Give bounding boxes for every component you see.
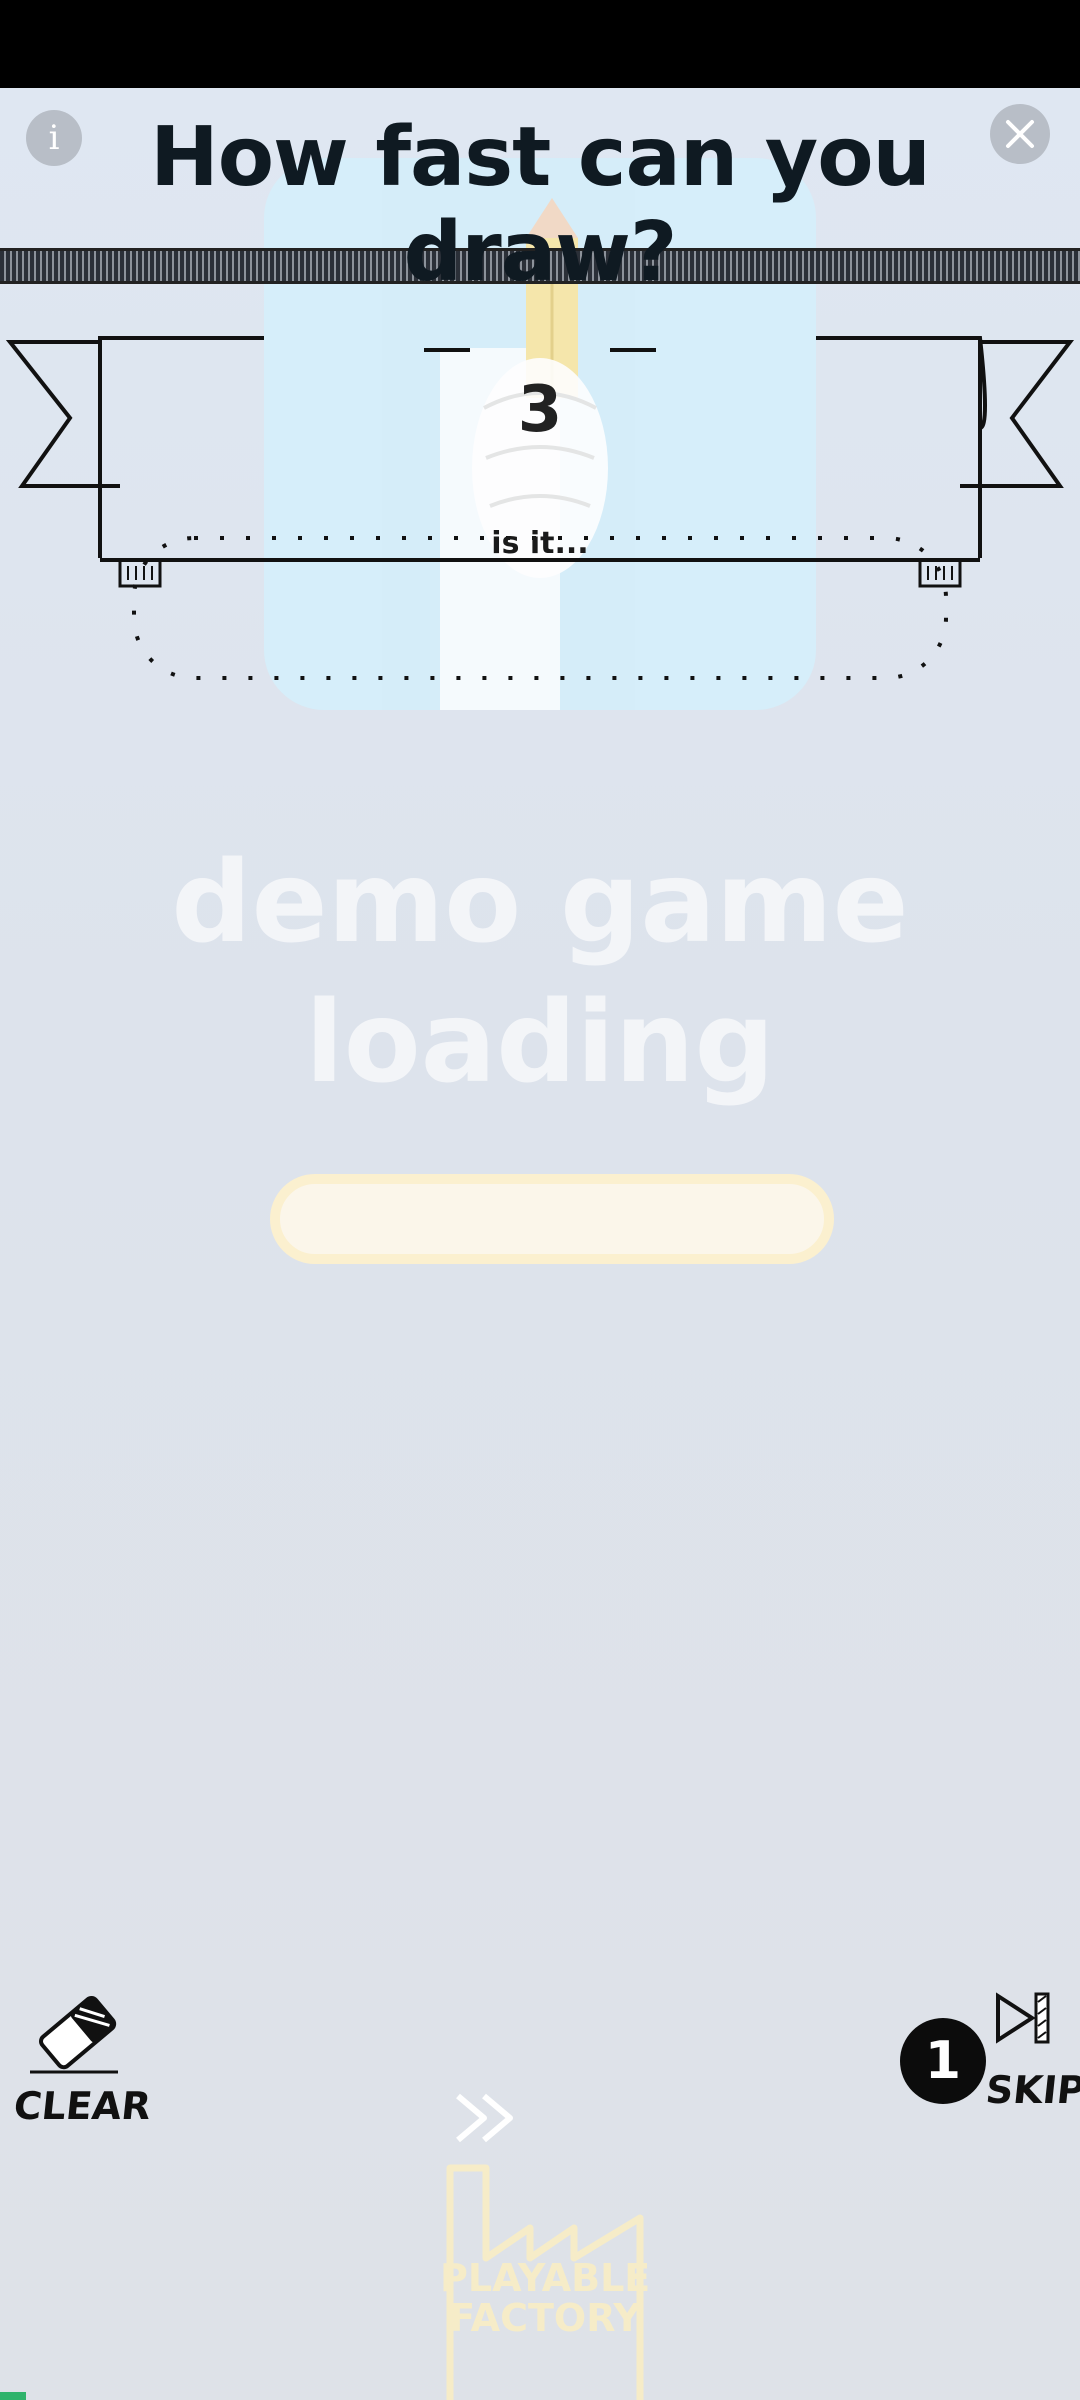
skip-count-badge: 1: [900, 2018, 986, 2104]
brand-line-1: PLAYABLE: [440, 2256, 651, 2300]
skip-icon: [996, 1992, 1050, 2044]
loading-message: demo game loading: [0, 833, 1080, 1113]
game-title: How fast can you draw?: [150, 110, 931, 300]
eraser-icon: [30, 1996, 118, 2074]
loading-line-1: demo game: [171, 838, 909, 968]
game-screen: i How fast can you draw? 3 is it... demo…: [0, 88, 1080, 2400]
brand-name: PLAYABLE FACTORY: [440, 2258, 650, 2338]
fast-forward-icon[interactable]: [452, 2088, 522, 2148]
clear-label: CLEAR: [11, 2084, 154, 2128]
loading-line-2: loading: [305, 978, 775, 1108]
status-indicator: [0, 2392, 26, 2400]
answer-slots: [424, 348, 656, 352]
clear-button[interactable]: CLEAR: [11, 1988, 154, 2128]
brand-line-2: FACTORY: [449, 2296, 641, 2340]
skip-label: SKIP: [983, 2068, 1080, 2112]
hint-text: is it...: [491, 526, 589, 561]
loading-progress-bar: [270, 1174, 834, 1264]
round-number: 3: [517, 373, 563, 447]
skip-button[interactable]: 1 SKIP: [900, 1988, 1080, 2138]
